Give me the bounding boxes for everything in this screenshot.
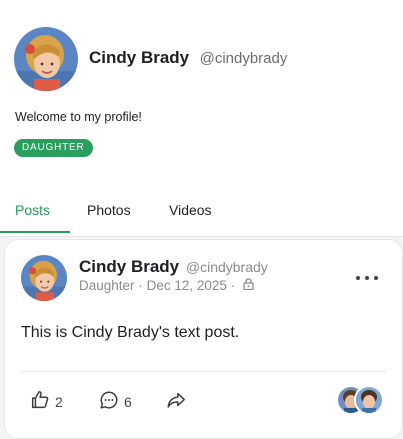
thumbs-up-icon	[29, 389, 51, 416]
post-meta: Daughter · Dec 12, 2025 ·	[79, 277, 254, 293]
post-author-handle: @cindybrady	[185, 259, 268, 275]
post-author-avatar[interactable]	[21, 255, 67, 301]
profile-tabs: Posts Photos Videos	[0, 195, 403, 235]
share-button[interactable]	[165, 391, 187, 413]
more-dot-icon	[374, 276, 378, 280]
profile-avatar[interactable]	[14, 27, 78, 91]
more-options-button[interactable]	[356, 272, 378, 284]
comment-button[interactable]: 6	[98, 389, 132, 416]
comment-icon	[98, 389, 120, 416]
role-badge: DAUGHTER	[14, 139, 93, 157]
profile-bio: Welcome to my profile!	[15, 110, 142, 124]
meta-separator: ·	[138, 277, 143, 293]
like-count: 2	[55, 394, 63, 410]
profile-card: Cindy Brady @cindybrady Welcome to my pr…	[0, 0, 403, 237]
active-tab-indicator	[0, 231, 70, 233]
profile-handle: @cindybrady	[199, 50, 288, 67]
more-dot-icon	[356, 276, 360, 280]
tab-posts[interactable]: Posts	[15, 195, 50, 235]
post-author-name[interactable]: Cindy Brady	[79, 257, 179, 276]
more-dot-icon	[365, 276, 369, 280]
post-divider	[21, 371, 386, 372]
post-text: This is Cindy Brady's text post.	[21, 324, 240, 341]
share-icon	[165, 389, 187, 416]
post-date: Dec 12, 2025	[146, 277, 227, 293]
profile-name-row: Cindy Brady @cindybrady	[89, 48, 287, 68]
post-card: Cindy Brady @cindybrady Daughter · Dec 1…	[4, 239, 403, 439]
comment-count: 6	[124, 394, 132, 410]
like-button[interactable]: 2	[29, 389, 63, 416]
lock-icon	[243, 278, 254, 293]
post-author-role: Daughter	[79, 277, 135, 293]
reactors-avatars[interactable]	[336, 385, 384, 415]
meta-separator: ·	[230, 277, 236, 293]
profile-display-name: Cindy Brady	[89, 48, 190, 67]
reactor-avatar	[354, 385, 384, 415]
post-author-name-row: Cindy Brady @cindybrady	[79, 257, 268, 277]
tab-videos[interactable]: Videos	[169, 195, 212, 235]
tab-photos[interactable]: Photos	[87, 195, 131, 235]
